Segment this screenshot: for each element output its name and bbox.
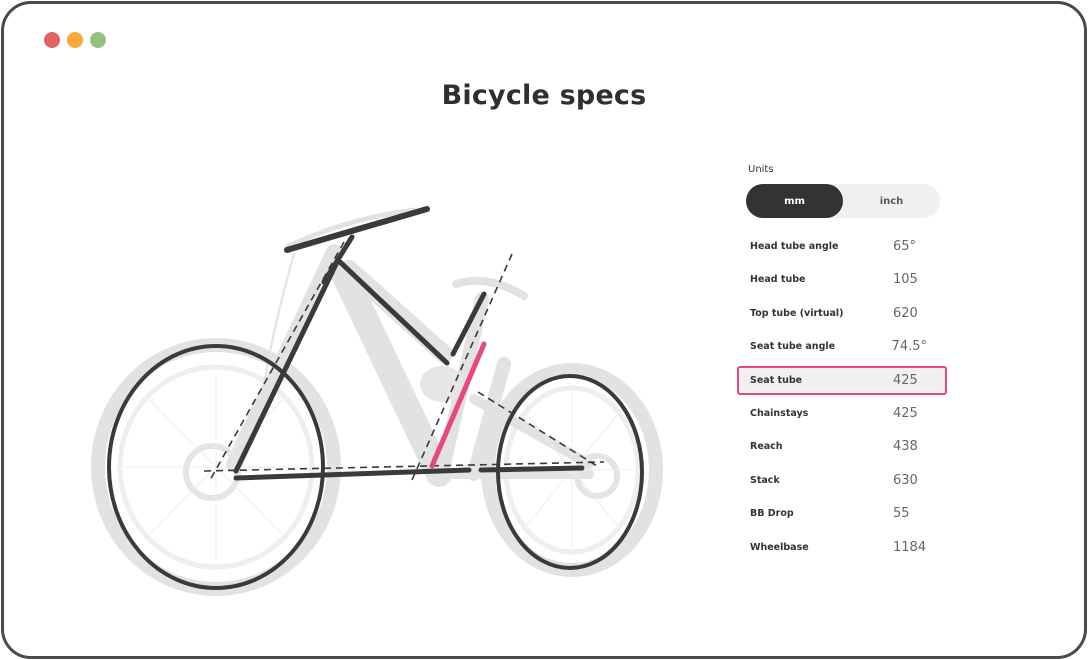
- units-option-inch[interactable]: inch: [843, 184, 940, 218]
- spec-row-top-tube[interactable]: Top tube (virtual) 620: [737, 299, 947, 328]
- page-title: Bicycle specs: [441, 80, 647, 111]
- chainstay-rear-line: [478, 465, 585, 473]
- close-window-button[interactable]: [44, 32, 60, 48]
- spec-value: 74.5°: [891, 339, 927, 355]
- spec-row-wheelbase[interactable]: Wheelbase 1184: [737, 533, 947, 562]
- minimize-window-button[interactable]: [67, 32, 83, 48]
- geometry-overlay: [107, 206, 644, 590]
- spec-row-head-tube[interactable]: Head tube 105: [737, 265, 947, 294]
- spec-row-bb-drop[interactable]: BB Drop 55: [737, 499, 947, 528]
- bike-geometry-diagram: [91, 206, 663, 596]
- handlebar-line: [284, 206, 430, 253]
- spec-row-reach[interactable]: Reach 438: [737, 432, 947, 461]
- app-window: Bicycle specs Units mm inch Head tube an…: [1, 1, 1087, 659]
- maximize-window-button[interactable]: [90, 32, 106, 48]
- spec-label: BB Drop: [750, 508, 794, 520]
- spec-row-seat-tube-angle[interactable]: Seat tube angle 74.5°: [737, 332, 947, 361]
- spec-value: 1184: [893, 539, 927, 555]
- spec-value: 425: [893, 405, 918, 421]
- spec-row-seat-tube[interactable]: Seat tube 425: [737, 365, 947, 395]
- units-option-mm[interactable]: mm: [746, 184, 843, 218]
- spec-value: 105: [893, 272, 918, 288]
- spec-label: Chainstays: [750, 407, 809, 419]
- spec-panel: Units mm inch Head tube angle 65° Head t…: [737, 164, 947, 566]
- spec-label: Stack: [750, 474, 780, 486]
- spec-label: Head tube: [750, 274, 806, 286]
- spec-row-chainstays[interactable]: Chainstays 425: [737, 399, 947, 428]
- spec-label: Wheelbase: [750, 541, 809, 553]
- units-label: Units: [748, 164, 774, 175]
- spec-value: 620: [893, 305, 918, 321]
- spec-label: Top tube (virtual): [750, 307, 844, 319]
- spec-value: 425: [893, 372, 918, 388]
- window-controls: [44, 32, 106, 48]
- spec-label: Seat tube angle: [750, 341, 836, 353]
- spec-row-stack[interactable]: Stack 630: [737, 466, 947, 495]
- spec-label: Reach: [750, 441, 783, 453]
- spec-value: 55: [893, 506, 910, 522]
- spec-value: 438: [893, 439, 918, 455]
- spec-label: Head tube angle: [750, 241, 839, 252]
- spec-label: Seat tube: [750, 374, 803, 386]
- spec-row-head-tube-angle[interactable]: Head tube angle 65°: [737, 232, 947, 261]
- spec-value: 630: [893, 472, 918, 488]
- spec-value: 65°: [893, 239, 917, 254]
- units-toggle[interactable]: mm inch: [746, 184, 940, 218]
- fork-line: [233, 257, 341, 474]
- spec-list: Head tube angle 65° Head tube 105 Top tu…: [737, 232, 947, 562]
- head-angle-reference: [209, 241, 345, 481]
